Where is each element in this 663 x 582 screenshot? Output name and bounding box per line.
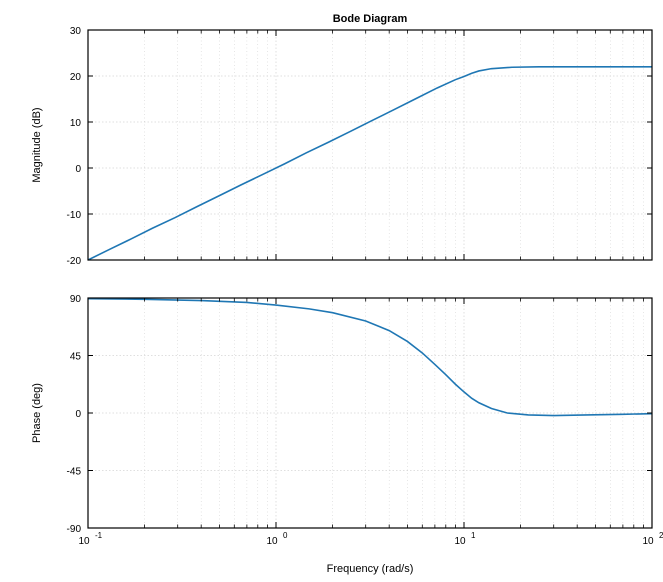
y-tick-label: 20: [70, 72, 82, 83]
phase-axes: -90 -45 0 45 90 Phase (deg) 10 -1 10 0 10 1 10 2: [31, 294, 663, 547]
y-tick-label: 45: [70, 352, 82, 363]
svg-text:10: 10: [78, 536, 90, 547]
svg-text:10: 10: [642, 536, 654, 547]
x-tick-label: 10 2: [642, 531, 663, 547]
y-axis-label: Phase (deg): [31, 383, 43, 443]
y-tick-label: 0: [75, 409, 81, 420]
bode-figure: Bode Diagram -20-100102030Magnitude (dB)…: [0, 0, 663, 582]
y-tick-label: 30: [70, 26, 82, 37]
x-tick-label: 10 1: [454, 531, 476, 547]
magnitude-axes: -20 -10 0 10 20 30 Magnitude (dB): [31, 26, 652, 267]
y-tick-label: -90: [67, 524, 82, 535]
svg-text:0: 0: [283, 531, 288, 540]
figure-title: Bode Diagram: [333, 13, 408, 25]
x-tick-label: 10 -1: [78, 531, 102, 547]
y-tick-label: 0: [75, 164, 81, 175]
svg-text:1: 1: [471, 531, 476, 540]
x-axis-label: Frequency (rad/s): [327, 563, 414, 575]
y-tick-label: -45: [67, 467, 82, 478]
svg-text:-1: -1: [95, 531, 103, 540]
data-line: [88, 299, 652, 416]
y-tick-label: -10: [67, 210, 82, 221]
y-tick-label: 90: [70, 294, 82, 305]
y-tick-label: 10: [70, 118, 82, 129]
svg-text:10: 10: [454, 536, 466, 547]
data-line: [88, 67, 652, 260]
y-tick-label: -20: [67, 256, 82, 267]
x-tick-label: 10 0: [266, 531, 288, 547]
y-axis-label: Magnitude (dB): [31, 107, 43, 182]
svg-text:10: 10: [266, 536, 278, 547]
svg-text:2: 2: [659, 531, 663, 540]
